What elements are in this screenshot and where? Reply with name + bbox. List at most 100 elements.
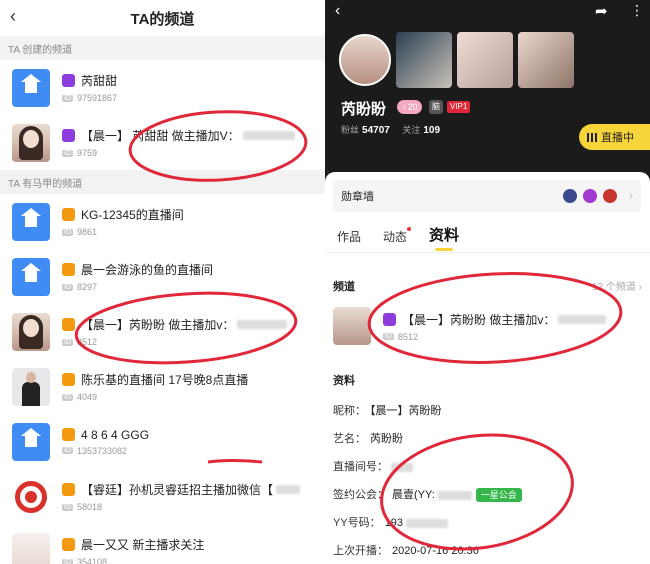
level-badge-icon: [62, 318, 75, 331]
level-badge-icon: [62, 538, 75, 551]
level-badge-icon: [62, 129, 75, 142]
profile-stats: 粉丝 54707 关注 109: [341, 125, 441, 136]
channel-home-icon: [12, 257, 50, 296]
blurred-contact: [558, 314, 607, 324]
last-live-row: 上次开播： 2020-07-16 20:36: [333, 545, 479, 557]
channel-name: 芮甜甜: [81, 74, 118, 88]
level-badge-icon: [62, 373, 75, 386]
profile-tabs: 作品 动态 资料: [337, 224, 481, 251]
guild-badge: 一星公会: [475, 488, 522, 503]
channel-id: 8512: [77, 337, 98, 347]
username: 芮盼盼: [341, 101, 387, 118]
channel-id: 8512: [398, 331, 419, 342]
medal-icon: [603, 189, 617, 203]
id-tag: ID: [383, 333, 394, 340]
profile-photo[interactable]: [457, 32, 513, 88]
channel-item[interactable]: 【睿廷】孙机灵睿廷招主播加微信【 ID 58018: [0, 469, 325, 524]
more-icon[interactable]: ⋮: [630, 2, 644, 19]
stage-name-row: 艺名： 芮盼盼: [333, 433, 403, 445]
share-icon[interactable]: ➦: [595, 2, 608, 20]
fans-count: 54707: [362, 125, 390, 136]
section-vest: TA 有马甲的频道: [0, 170, 325, 194]
follow-count: 109: [423, 125, 441, 136]
noble-badge: 脑: [429, 100, 443, 114]
section-created: TA 创建的频道: [0, 36, 325, 60]
header: ‹ TA的频道: [0, 0, 325, 36]
channel-name: KG-12345的直播间: [81, 208, 184, 222]
channel-thumbnail: [12, 532, 50, 564]
yy-number-row: YY号码： 193: [333, 514, 449, 530]
tab-works[interactable]: 作品: [337, 228, 361, 245]
profile-card: 勋章墙 › 作品 动态 资料 频道 12 个频道 › 【晨一】芮盼盼 做主播加v…: [325, 172, 650, 564]
channel-item[interactable]: 【晨一】 芮甜甜 做主播加V： ID 9759: [0, 115, 325, 170]
channel-thumbnail: [12, 123, 50, 162]
channel-home-icon: [12, 202, 50, 241]
level-badge-icon: [62, 483, 75, 496]
back-arrow-icon[interactable]: ‹: [335, 2, 340, 20]
channel-list-screen: ‹ TA的频道 TA 创建的频道 芮甜甜 ID 97591867 【晨一】 芮甜甜…: [0, 0, 325, 564]
medal-icon: [583, 189, 597, 203]
back-arrow-icon[interactable]: ‹: [10, 6, 16, 27]
channel-id: 9759: [77, 148, 98, 158]
id-tag: ID: [62, 338, 73, 346]
channel-home-icon: [12, 422, 50, 461]
channel-name: 【晨一】芮盼盼 做主播加v：: [81, 318, 235, 332]
channel-thumbnail: [12, 312, 50, 351]
id-tag: ID: [62, 149, 73, 157]
avatar[interactable]: [339, 34, 391, 86]
id-tag: ID: [62, 393, 73, 401]
id-tag: ID: [62, 503, 73, 511]
channel-thumbnail: [12, 367, 50, 406]
channel-item[interactable]: 【晨一】芮盼盼 做主播加v： ID 8512: [0, 304, 325, 359]
channel-item[interactable]: 【晨一】芮盼盼 做主播加v： ID 8512: [333, 306, 643, 346]
profile-photo[interactable]: [518, 32, 574, 88]
live-bars-icon: [587, 132, 597, 142]
tab-profile[interactable]: 资料: [429, 224, 459, 251]
channel-name: 陈乐基的直播间 17号晚8点直播: [81, 373, 249, 387]
channel-id: 354108: [77, 557, 108, 564]
channel-id: 9861: [77, 227, 98, 237]
channel-name: 【晨一】芮盼盼 做主播加v：: [402, 312, 556, 327]
profile-screen: ‹ ➦ ⋮ 芮盼盼 ♀20 脑 VIP1 粉丝 54707 关注 109 直播中 勋…: [325, 0, 650, 564]
channel-item[interactable]: KG-12345的直播间 ID 9861: [0, 194, 325, 249]
id-tag: ID: [62, 228, 73, 236]
page-title: TA的频道: [130, 10, 195, 28]
channel-name: 晨一会游泳的鱼的直播间: [81, 263, 214, 277]
medal-icon: [563, 189, 577, 203]
level-badge-icon: [383, 312, 396, 326]
channel-name: 【晨一】 芮甜甜 做主播加V：: [81, 129, 240, 143]
vip-badge: VIP1: [447, 101, 471, 113]
channel-id: 4049: [77, 392, 98, 402]
channel-count-link[interactable]: 12 个频道 ›: [592, 278, 642, 293]
channel-id: 97591867: [77, 93, 118, 103]
medal-wall[interactable]: 勋章墙 ›: [333, 180, 641, 212]
channel-label: 频道: [333, 281, 355, 293]
nickname-row: 昵称： 【晨一】芮盼盼: [333, 405, 442, 417]
channel-id: 8297: [77, 282, 98, 292]
blurred-contact: [242, 131, 295, 140]
channel-id: 58018: [77, 502, 103, 512]
tab-feed[interactable]: 动态: [383, 227, 412, 245]
channel-id: 1353733082: [77, 445, 128, 456]
blurred-contact: [276, 485, 301, 494]
channel-name: 4 8 6 4 GGG: [81, 427, 150, 442]
id-tag: ID: [62, 94, 73, 102]
channel-item[interactable]: 晨一又又 新主播求关注 ID 354108: [0, 524, 325, 564]
channel-item[interactable]: 芮甜甜 ID 97591867: [0, 60, 325, 115]
channel-item[interactable]: 陈乐基的直播间 17号晚8点直播 ID 4049: [0, 359, 325, 414]
channel-thumbnail: [333, 307, 371, 345]
guild-row: 签约公会： 晨壹(YY: 一星公会: [333, 486, 522, 503]
channel-item[interactable]: 4 8 6 4 GGG ID 1353733082: [0, 414, 325, 469]
channel-name: 晨一又又 新主播求关注: [81, 538, 205, 552]
profile-header: ‹ ➦ ⋮ 芮盼盼 ♀20 脑 VIP1 粉丝 54707 关注 109 直播中: [325, 0, 650, 190]
chevron-right-icon: ›: [629, 188, 633, 202]
live-button[interactable]: 直播中: [579, 124, 650, 150]
channel-logo-icon: [12, 477, 50, 516]
id-tag: ID: [62, 447, 73, 454]
level-badge-icon: [62, 208, 75, 221]
blurred-contact: [237, 320, 288, 329]
channel-item[interactable]: 晨一会游泳的鱼的直播间 ID 8297: [0, 249, 325, 304]
level-badge: ♀20: [397, 100, 422, 114]
id-tag: ID: [62, 283, 73, 291]
profile-photo[interactable]: [396, 32, 452, 88]
